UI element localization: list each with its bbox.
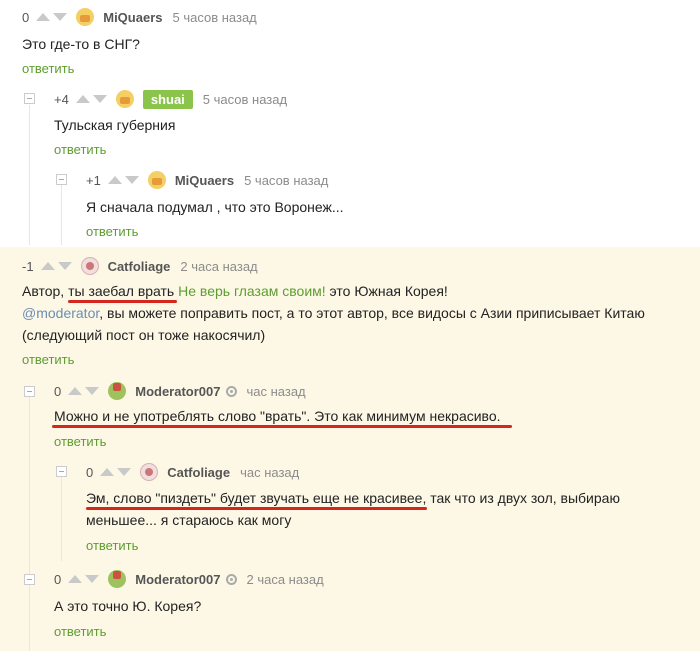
collapse-button[interactable] <box>24 574 35 585</box>
comment-text: Можно и не употреблять слово "врать". Эт… <box>54 408 501 424</box>
green-text: Не верь глазам своим! <box>178 283 326 299</box>
upvote-icon[interactable] <box>75 95 90 103</box>
rating: 0 <box>54 383 62 399</box>
thread-line <box>61 185 62 245</box>
downvote-icon[interactable] <box>85 387 100 395</box>
comment-text: Это где-то в СНГ? <box>22 36 140 52</box>
author-name[interactable]: MiQuaers <box>103 10 162 25</box>
comment-header: -1 Catfoliage 2 часа назад <box>22 257 258 275</box>
author-name[interactable]: MiQuaers <box>175 173 234 188</box>
text-span: ты заебал врать <box>68 283 175 299</box>
text-span: , вы можете поправить пост, а то этот ав… <box>99 305 645 321</box>
comment-text: А это точно Ю. Корея? <box>54 598 202 614</box>
avatar[interactable] <box>140 463 159 481</box>
comment-header: +4 shuai 5 часов назад <box>54 89 287 109</box>
avatar[interactable] <box>108 382 127 400</box>
comment-text: Я сначала подумал , что это Воронеж... <box>86 199 344 215</box>
comment-header: +1 MiQuaers 5 часов назад <box>86 171 328 189</box>
rating: -1 <box>22 258 34 274</box>
red-underline <box>52 425 512 428</box>
reply-link[interactable]: ответить <box>54 142 106 157</box>
reply-link[interactable]: ответить <box>54 624 106 639</box>
avatar[interactable] <box>147 171 166 189</box>
avatar[interactable] <box>108 570 127 588</box>
text-line: Эм, слово "пиздеть" будет звучать еще не… <box>86 490 620 506</box>
downvote-icon[interactable] <box>57 262 72 270</box>
collapse-button[interactable] <box>56 466 67 477</box>
collapse-button[interactable] <box>56 174 67 185</box>
comment-header: 0 Moderator007 час назад <box>54 382 306 400</box>
upvote-icon[interactable] <box>68 575 83 583</box>
author-name[interactable]: shuai <box>142 89 193 109</box>
reply-link[interactable]: ответить <box>54 434 106 449</box>
upvote-icon[interactable] <box>36 13 51 21</box>
thread-line <box>29 396 30 651</box>
downvote-icon[interactable] <box>117 468 132 476</box>
author-name[interactable]: Catfoliage <box>108 259 171 274</box>
timestamp[interactable]: час назад <box>246 384 305 399</box>
timestamp[interactable]: 5 часов назад <box>203 92 287 107</box>
timestamp[interactable]: 2 часа назад <box>246 572 323 587</box>
text-span: это Южная Корея! <box>325 283 448 299</box>
thread-line <box>61 476 62 561</box>
collapse-button[interactable] <box>24 93 35 104</box>
timestamp[interactable]: 5 часов назад <box>172 10 256 25</box>
collapse-button[interactable] <box>24 386 35 397</box>
avatar[interactable] <box>80 257 99 275</box>
upvote-icon[interactable] <box>40 262 55 270</box>
avatar[interactable] <box>115 90 134 108</box>
downvote-icon[interactable] <box>85 575 100 583</box>
rating: +4 <box>54 91 69 107</box>
timestamp[interactable]: час назад <box>240 465 299 480</box>
comment-header: 0 Moderator007 2 часа назад <box>54 570 324 588</box>
text-span: (следующий пост он тоже накосячил) <box>22 327 266 343</box>
timestamp[interactable]: 5 часов назад <box>244 173 328 188</box>
downvote-icon[interactable] <box>92 95 107 103</box>
comment-header: 0 Catfoliage час назад <box>86 463 299 481</box>
moderator-icon <box>226 385 238 397</box>
reply-link[interactable]: ответить <box>86 224 138 239</box>
reply-link[interactable]: ответить <box>22 61 74 76</box>
timestamp[interactable]: 2 часа назад <box>180 259 257 274</box>
rating: +1 <box>86 172 101 188</box>
avatar[interactable] <box>76 8 95 26</box>
text-line: меньшее... я стараюсь как могу <box>86 512 292 528</box>
author-name[interactable]: Moderator007 <box>135 384 220 399</box>
author-name[interactable]: Catfoliage <box>167 465 230 480</box>
upvote-icon[interactable] <box>68 387 83 395</box>
rating: 0 <box>86 464 94 480</box>
thread-line <box>29 105 30 245</box>
rating: 0 <box>54 571 62 587</box>
comment-text: Автор, ты заебал врать Не верь глазам св… <box>22 280 645 346</box>
comment-text: Тульская губерния <box>54 117 176 133</box>
mention-link[interactable]: @moderator <box>22 305 99 321</box>
text-span: Автор, <box>22 283 69 299</box>
moderator-icon <box>226 573 238 585</box>
rating: 0 <box>22 9 30 25</box>
downvote-icon[interactable] <box>124 176 139 184</box>
reply-link[interactable]: ответить <box>22 352 74 367</box>
upvote-icon[interactable] <box>107 176 122 184</box>
author-name[interactable]: Moderator007 <box>135 572 220 587</box>
reply-link[interactable]: ответить <box>86 538 138 553</box>
downvote-icon[interactable] <box>53 13 68 21</box>
upvote-icon[interactable] <box>100 468 115 476</box>
red-underline <box>68 300 177 303</box>
comment-header: 0 MiQuaers 5 часов назад <box>22 8 257 26</box>
red-underline <box>86 507 427 510</box>
